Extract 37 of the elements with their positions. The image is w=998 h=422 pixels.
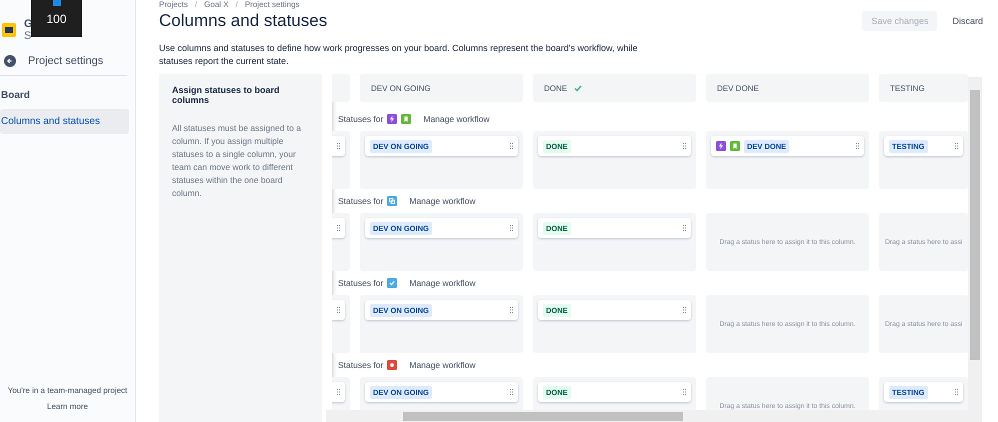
- info-text: All statuses must be assigned to a column. If you assign multiple statuses to a single column, your team can move work to different statuses within the one board column.: [172, 122, 302, 200]
- column-name: DONE: [544, 84, 568, 92]
- statuses-for-label: Statuses for: [338, 360, 384, 370]
- statuses-for-label: Statuses for: [338, 278, 384, 288]
- breadcrumb-link[interactable]: Projects: [159, 0, 188, 10]
- statuses-for-label: Statuses for: [338, 196, 384, 206]
- square-icon: [52, 0, 60, 6]
- column-name: TESTING: [890, 84, 925, 92]
- discard-button[interactable]: Discard: [943, 11, 992, 31]
- column-header[interactable]: DEV ON GOING: [360, 74, 523, 102]
- manage-workflow-link[interactable]: Manage workflow: [409, 278, 476, 288]
- info-title: Assign statuses to board columns: [172, 85, 281, 105]
- overlay-label: 100: [46, 12, 67, 26]
- column-header[interactable]: DEV DONE: [706, 74, 869, 102]
- project-type: S: [24, 30, 32, 42]
- column-name: DEV ON GOING: [371, 84, 431, 92]
- page-description: Use columns and statuses to define how work progresses on your board. Columns represent the board's workflow, while statuses report the current state.: [159, 42, 638, 68]
- manage-workflow-link[interactable]: Manage workflow: [423, 114, 490, 124]
- sidebar-item[interactable]: Columns and statuses: [0, 109, 129, 134]
- back-link[interactable]: Project settings: [0, 46, 127, 76]
- learn-more-link[interactable]: Learn more: [47, 402, 88, 411]
- breadcrumb-link[interactable]: Project settings: [244, 0, 300, 10]
- manage-workflow-link[interactable]: Manage workflow: [409, 196, 476, 206]
- vertical-scrollbar[interactable]: [968, 77, 982, 411]
- footer-text: You're in a team-managed project: [8, 386, 128, 395]
- page-title: Columns and statuses: [159, 11, 328, 31]
- column-header[interactable]: TESTING: [879, 74, 968, 102]
- breadcrumb-separator: /: [194, 0, 198, 10]
- breadcrumb-link[interactable]: Goal X: [204, 0, 229, 10]
- horizontal-scrollbar[interactable]: [326, 410, 982, 422]
- sidebar-section-title: Board: [0, 89, 31, 103]
- column-name: DEV DONE: [717, 84, 759, 92]
- statuses-for-label: Statuses for: [338, 114, 384, 124]
- project-icon: [2, 23, 16, 37]
- manage-workflow-link[interactable]: Manage workflow: [409, 360, 476, 370]
- column-header[interactable]: DONE: [533, 74, 696, 102]
- breadcrumb-separator: /: [234, 0, 239, 10]
